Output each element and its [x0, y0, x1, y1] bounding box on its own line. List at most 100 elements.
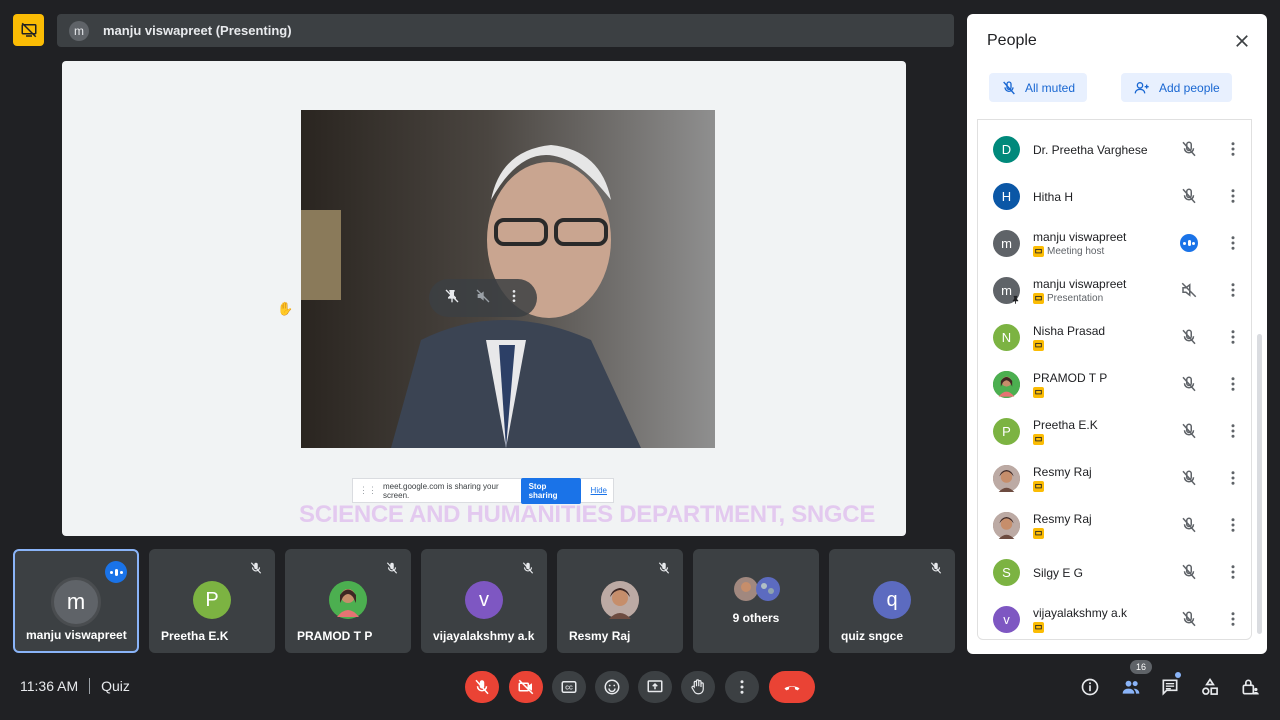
screen-share-notice: ⋮⋮ meet.google.com is sharing your scree… [352, 477, 614, 504]
list-item[interactable]: Resmy Raj [978, 455, 1251, 501]
participant-tile[interactable]: q quiz sngce [829, 549, 955, 653]
participant-name: Resmy Raj [1033, 512, 1092, 526]
mic-off-icon[interactable] [1180, 140, 1198, 163]
microphone-toggle-button[interactable] [465, 671, 499, 703]
mic-off-icon [521, 561, 535, 580]
list-item[interactable]: S Silgy E G [978, 549, 1251, 595]
clock-time: 11:36 AM [20, 678, 79, 694]
camera-toggle-button[interactable] [509, 671, 543, 703]
presenting-tag-icon [1033, 528, 1044, 539]
speaking-indicator-icon [105, 561, 127, 583]
mic-off-icon[interactable] [1180, 375, 1198, 398]
mute-all-button[interactable]: All muted [989, 73, 1088, 102]
more-vert-icon[interactable] [1224, 422, 1242, 445]
participant-tile-self[interactable]: m manju viswapreet [13, 549, 139, 653]
mic-off-icon[interactable] [1180, 610, 1198, 633]
more-options-button[interactable] [725, 671, 759, 703]
avatar: P [993, 418, 1020, 445]
info-icon [1081, 678, 1099, 696]
more-vert-icon[interactable] [1224, 140, 1242, 163]
more-vert-icon[interactable] [1224, 375, 1242, 398]
tile-name: PRAMOD T P [297, 629, 373, 643]
list-item[interactable]: D Dr. Preetha Varghese [978, 126, 1251, 172]
avatar-photo [329, 581, 367, 619]
activities-button[interactable] [1198, 675, 1222, 699]
lock-person-icon [1242, 679, 1259, 695]
volume-off-icon[interactable] [1180, 281, 1198, 304]
more-vert-icon[interactable] [1224, 563, 1242, 586]
svg-text:CC: CC [565, 686, 573, 692]
mic-off-icon[interactable] [1180, 328, 1198, 351]
mic-off-icon[interactable] [1180, 187, 1198, 210]
present-screen-button[interactable] [638, 671, 672, 703]
participant-tile[interactable]: v vijayalakshmy a.k [421, 549, 547, 653]
avatar-photo [601, 581, 639, 619]
people-button[interactable] [1119, 675, 1143, 699]
presenter-avatar: m [69, 20, 89, 41]
list-item[interactable]: v vijayalakshmy a.k [978, 596, 1251, 639]
list-item[interactable]: m manju viswapreet Meeting host [978, 220, 1251, 266]
others-tile[interactable]: 9 others [693, 549, 819, 653]
list-item[interactable]: PRAMOD T P [978, 361, 1251, 407]
mute-all-label: All muted [1025, 80, 1076, 95]
list-item[interactable]: H Hitha H [978, 173, 1251, 219]
mic-off-icon[interactable] [1180, 422, 1198, 445]
presentation-stage: ✋ ⋮⋮ meet.google.com is sharing your scr… [62, 61, 906, 536]
drag-handle-icon[interactable]: ⋮⋮ [359, 485, 377, 496]
participant-name: Silgy E G [1033, 566, 1084, 580]
share-notice-text: meet.google.com is sharing your screen. [383, 481, 499, 500]
more-vert-icon[interactable] [1224, 469, 1242, 492]
people-panel: People All muted Add people D Dr. Preeth… [967, 14, 1267, 654]
close-icon [1236, 35, 1248, 47]
captions-icon: CC [561, 681, 577, 693]
chat-icon [1162, 679, 1178, 696]
more-vert-icon[interactable] [1224, 234, 1242, 257]
pin-icon [1012, 295, 1019, 304]
meeting-details-button[interactable] [1078, 675, 1102, 699]
chat-button[interactable] [1158, 675, 1182, 699]
participant-role [1033, 340, 1047, 351]
participant-name: manju viswapreet [1033, 277, 1127, 291]
leave-call-button[interactable] [769, 671, 815, 703]
reactions-button[interactable] [595, 671, 629, 703]
others-avatars [733, 576, 781, 607]
participant-role [1033, 434, 1047, 445]
mute-audio-icon[interactable] [475, 288, 491, 309]
add-people-button[interactable]: Add people [1121, 73, 1232, 102]
more-vert-icon[interactable] [1224, 328, 1242, 351]
more-vert-icon[interactable] [1224, 516, 1242, 539]
list-item[interactable]: m manju viswapreet Presentation [978, 267, 1251, 313]
participant-role: Meeting host [1033, 246, 1104, 257]
close-panel-button[interactable] [1233, 32, 1251, 55]
stop-sharing-button[interactable]: Stop sharing [520, 477, 581, 504]
participant-role [1033, 387, 1047, 398]
pin-off-icon[interactable] [444, 288, 460, 309]
list-item[interactable]: N Nisha Prasad [978, 314, 1251, 360]
tile-name: Preetha E.K [161, 629, 229, 643]
more-vert-icon[interactable] [1224, 281, 1242, 304]
more-options-icon[interactable] [506, 288, 522, 309]
participant-name: Hitha H [1033, 190, 1074, 204]
hide-link[interactable]: Hide [591, 486, 607, 495]
others-count-label: 9 others [732, 611, 780, 625]
tile-overlay-controls [429, 279, 537, 317]
raise-hand-button[interactable] [681, 671, 715, 703]
participant-tile[interactable]: PRAMOD T P [285, 549, 411, 653]
more-vert-icon[interactable] [1224, 187, 1242, 210]
list-item[interactable]: Resmy Raj [978, 502, 1251, 548]
panel-scrollbar[interactable] [1257, 334, 1262, 634]
mic-off-icon[interactable] [1180, 516, 1198, 539]
participant-tile[interactable]: P Preetha E.K [149, 549, 275, 653]
tile-name: quiz sngce [841, 629, 904, 643]
camera-off-icon [518, 679, 534, 695]
captions-button[interactable]: CC [552, 671, 586, 703]
list-item[interactable]: P Preetha E.K [978, 408, 1251, 454]
participant-tile[interactable]: Resmy Raj [557, 549, 683, 653]
mic-off-icon[interactable] [1180, 469, 1198, 492]
presenting-tag-icon [1033, 387, 1044, 398]
more-vert-icon[interactable] [1224, 610, 1242, 633]
avatar: N [993, 324, 1020, 351]
mic-off-icon[interactable] [1180, 563, 1198, 586]
host-controls-button[interactable] [1238, 675, 1262, 699]
people-count-badge: 16 [1130, 660, 1152, 674]
